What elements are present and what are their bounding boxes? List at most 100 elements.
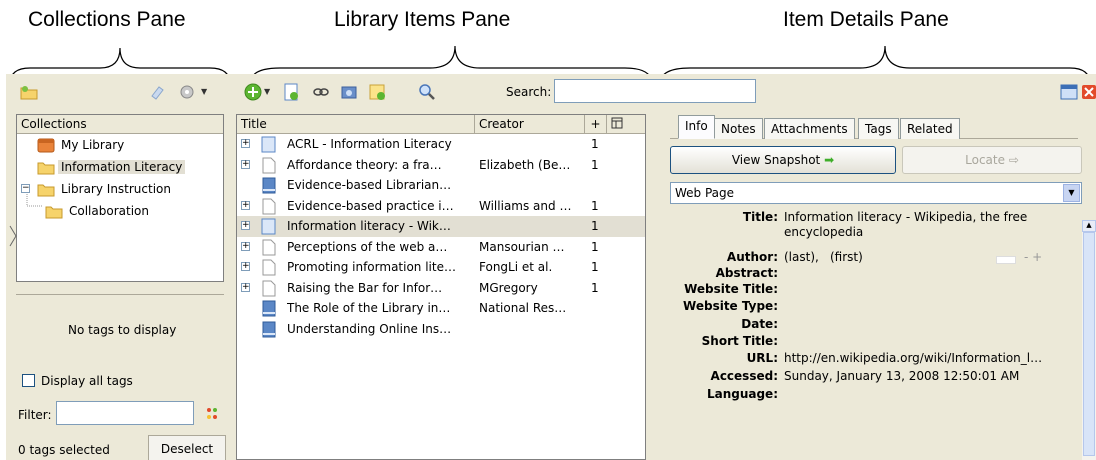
collection-information-literacy[interactable]: Information Literacy [17,156,223,178]
item-title: Understanding Online Ins… [287,321,452,336]
item-details: Info Notes Attachments Tags Related View… [658,114,1096,460]
chevron-down-icon[interactable]: ▼ [201,87,207,96]
item-title: Promoting information lite… [287,260,456,274]
collection-label: My Library [61,138,125,152]
column-header-creator[interactable]: Creator [475,115,585,134]
page-icon [284,83,298,101]
author-mode-switch[interactable] [996,256,1016,264]
tab-info[interactable]: Info [678,115,715,139]
item-title: ACRL - Information Literacy [287,137,452,151]
item-row[interactable]: + Raising the Bar for Infor… MGregory 1 [237,278,645,299]
fullscreen-button[interactable] [1058,81,1080,103]
column-header-title[interactable]: Title [237,115,475,134]
document-icon [262,280,276,296]
item-row[interactable]: Evidence-based Librarian… [237,175,645,196]
collection-library-instruction[interactable]: − Library Instruction [17,178,223,200]
locate-button[interactable]: Locate ⇨ [902,146,1082,174]
chevron-down-icon[interactable]: ▼ [264,87,270,96]
view-snapshot-button[interactable]: View Snapshot ➡ [670,146,896,174]
remove-collection-button[interactable] [146,81,168,103]
item-creator: National Res… [479,301,567,315]
item-title: Evidence-based practice i… [287,198,454,213]
item-title: Affordance theory: a fra… [287,157,442,172]
expand-toggle[interactable]: + [241,139,250,148]
eraser-icon [151,86,164,100]
locate-label: Locate [965,153,1005,167]
item-child-count: 1 [591,137,599,151]
search-icon [419,84,435,100]
collection-label: Collaboration [69,204,149,218]
snapshot-button[interactable] [338,81,360,103]
item-creator: Mansourian … [479,239,565,254]
collections-header[interactable]: Collections [17,115,223,134]
collection-my-library[interactable]: My Library [17,134,223,156]
tab-notes[interactable]: Notes [714,118,763,139]
arrow-right-outline-icon: ⇨ [1008,153,1019,167]
expand-toggle[interactable]: + [241,262,250,271]
new-item-from-page-button[interactable] [280,81,302,103]
new-collection-button[interactable] [18,81,40,103]
new-note-button[interactable] [366,81,388,103]
column-header-children[interactable]: + [585,115,607,134]
expand-toggle[interactable]: + [241,282,250,292]
new-folder-icon [20,86,38,100]
item-row[interactable]: + Evidence-based practice i… Williams an… [237,196,645,217]
pane-splitter-grip-icon[interactable] [8,224,18,248]
window-icon [1060,84,1078,100]
close-button[interactable] [1082,81,1096,103]
item-child-count: 1 [591,260,599,274]
no-tags-message: No tags to display [68,323,177,337]
title-field-value[interactable]: Information literacy - Wikipedia, the fr… [784,210,1080,240]
url-field-label: URL: [746,351,778,365]
chevron-down-icon[interactable]: ▼ [1063,184,1080,202]
tab-related[interactable]: Related [900,118,960,139]
item-type-select[interactable]: Web Page ▼ [670,182,1082,204]
author-first-value[interactable]: (first) [830,250,890,265]
search-input[interactable] [554,79,756,103]
display-all-tags-checkbox[interactable]: Display all tags [22,374,133,388]
close-icon [1082,85,1096,99]
scroll-up-icon[interactable]: ▲ [1082,220,1096,232]
tab-attachments[interactable]: Attachments [764,118,855,139]
item-row[interactable]: Understanding Online Ins… [237,319,645,340]
search-button[interactable] [416,81,438,103]
deselect-button[interactable]: Deselect [148,435,226,460]
tab-tags[interactable]: Tags [858,118,899,139]
arrow-right-icon: ➡ [824,153,835,167]
website-type-field-label: Website Type: [683,299,778,313]
details-scrollbar[interactable]: ▲ [1082,220,1096,460]
new-item-button[interactable] [242,81,264,103]
item-row[interactable]: + ACRL - Information Literacy 1 [237,134,645,155]
expand-toggle[interactable]: + [241,159,250,169]
collection-collaboration[interactable]: Collaboration [17,194,223,222]
abstract-field-label: Abstract: [715,266,778,280]
collapse-toggle[interactable]: − [21,184,30,193]
item-child-count: 1 [591,280,599,295]
item-row-selected[interactable]: + Information literacy - Wik… 1 [237,216,645,237]
scrollbar-thumb[interactable] [1083,232,1095,456]
url-field-value[interactable]: http://en.wikipedia.org/wiki/Information… [784,351,1080,366]
expand-toggle[interactable]: + [241,221,250,230]
item-row[interactable]: The Role of the Library in… National Res… [237,298,645,319]
tag-color-icon[interactable] [206,407,218,421]
items-header-row: Title Creator + [237,115,645,134]
item-row[interactable]: + Affordance theory: a fra… Elizabeth (B… [237,155,645,176]
item-row[interactable]: + Promoting information lite… FongLi et … [237,257,645,278]
expand-toggle[interactable]: + [241,200,250,210]
item-child-count: 1 [591,219,599,233]
tag-filter-input[interactable] [56,401,194,425]
item-row[interactable]: + Perceptions of the web a… Mansourian …… [237,237,645,258]
collection-label: Library Instruction [61,182,171,196]
note-icon [369,84,385,100]
link-icon [313,88,329,96]
book-icon [262,177,276,194]
item-child-count: 1 [591,157,599,172]
column-picker-button[interactable] [607,115,645,134]
title-field-label: Title: [742,210,778,224]
collection-actions-button[interactable] [176,81,198,103]
accessed-field-value[interactable]: Sunday, January 13, 2008 12:50:01 AM [784,369,1080,384]
checkbox-box[interactable] [22,374,35,387]
expand-toggle[interactable]: + [241,241,250,251]
link-page-button[interactable] [310,81,332,103]
author-add-remove[interactable]: - + [1024,250,1042,264]
